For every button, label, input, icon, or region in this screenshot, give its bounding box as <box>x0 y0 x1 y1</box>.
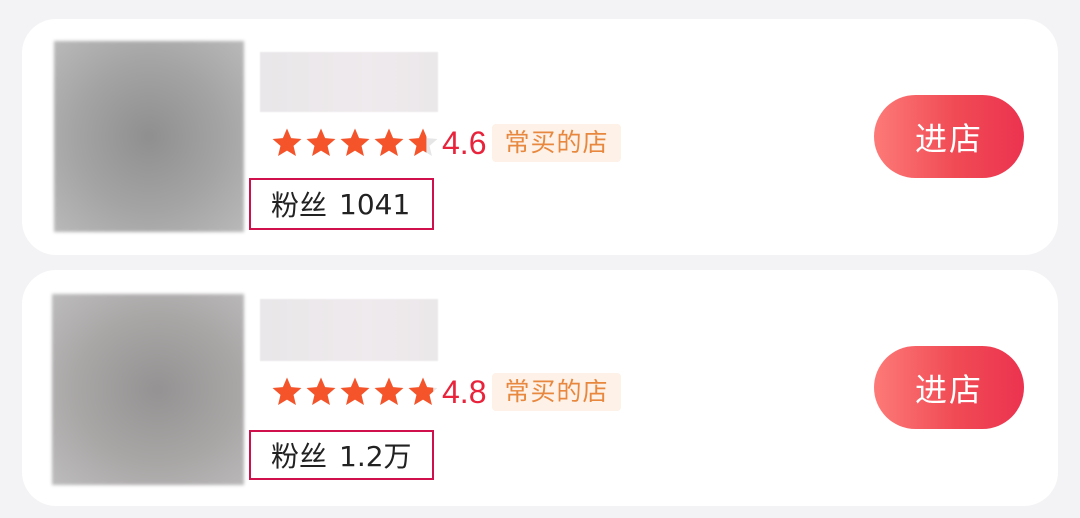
star-icon <box>306 128 336 157</box>
rating-row: 4.6 常买的店 <box>270 123 621 163</box>
star-icon <box>374 128 404 157</box>
star-rating <box>270 372 440 412</box>
frequent-shop-badge: 常买的店 <box>492 124 621 162</box>
star-icon <box>408 377 438 406</box>
star-icon <box>272 377 302 406</box>
shop-card[interactable]: 4.8 常买的店 粉丝 1.2万 进店 <box>22 270 1058 506</box>
shop-card[interactable]: 4.6 常买的店 粉丝 1041 进店 <box>22 19 1058 255</box>
enter-shop-button[interactable]: 进店 <box>874 95 1024 178</box>
shop-name-redacted[interactable] <box>260 299 438 361</box>
fans-count: 粉丝 1041 <box>249 178 434 230</box>
frequent-shop-badge: 常买的店 <box>492 373 621 411</box>
fans-value: 1041 <box>339 187 411 221</box>
star-rating <box>270 123 440 163</box>
rating-score: 4.6 <box>442 125 487 161</box>
rating-row: 4.8 常买的店 <box>270 372 621 412</box>
star-icon <box>340 377 370 406</box>
star-icon <box>408 128 438 157</box>
star-icon <box>306 377 336 406</box>
shop-list: 4.6 常买的店 粉丝 1041 进店 4.8 常买的店 粉丝 1.2万 进店 <box>0 0 1080 518</box>
shop-name-redacted[interactable] <box>260 52 438 112</box>
enter-shop-button[interactable]: 进店 <box>874 346 1024 429</box>
rating-score: 4.8 <box>442 374 487 410</box>
star-icon <box>374 377 404 406</box>
fans-value: 1.2万 <box>339 440 412 473</box>
star-icon <box>340 128 370 157</box>
fans-count: 粉丝 1.2万 <box>249 430 434 480</box>
fans-label: 粉丝 <box>271 440 328 473</box>
shop-thumbnail[interactable] <box>54 41 244 232</box>
shop-thumbnail[interactable] <box>52 294 244 485</box>
fans-label: 粉丝 <box>271 189 328 222</box>
star-icon <box>272 128 302 157</box>
